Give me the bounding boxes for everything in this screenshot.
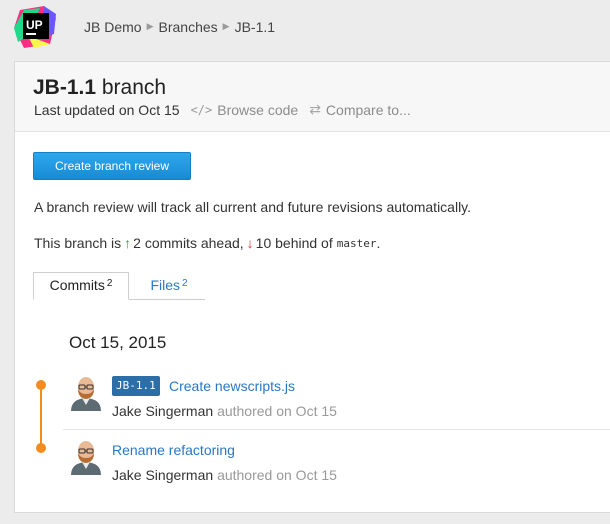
arrow-up-icon: ↑ <box>124 235 132 251</box>
ahead-behind-status: This branch is ↑ 2 commits ahead, ↓ 10 b… <box>34 235 380 251</box>
commit-author: Jake Singerman <box>112 467 214 483</box>
compare-arrows-icon: ⇄ <box>309 102 321 118</box>
breadcrumb-current: JB-1.1 <box>234 19 276 35</box>
commit-author: Jake Singerman <box>112 403 214 419</box>
chevron-right-icon: ▶ <box>146 20 154 31</box>
chevron-right-icon: ▶ <box>222 20 230 31</box>
commit-meta: Jake Singerman authored on Oct 15 <box>112 403 337 419</box>
branch-badge[interactable]: JB-1.1 <box>112 376 160 396</box>
timeline-dot <box>36 380 46 390</box>
ahead-prefix: This branch is <box>34 235 122 251</box>
commit-authored: authored on Oct 15 <box>217 467 337 483</box>
commit-meta: Jake Singerman authored on Oct 15 <box>112 467 337 483</box>
commit-authored: authored on Oct 15 <box>217 403 337 419</box>
timeline-dot <box>36 443 46 453</box>
code-icon: </> <box>190 103 213 117</box>
behind-count: 10 behind of <box>255 235 333 251</box>
browse-code-link[interactable]: </> Browse code <box>191 102 299 118</box>
branch-subline: Last updated on Oct 15 </> Browse code ⇄… <box>34 102 411 118</box>
breadcrumb-project[interactable]: JB Demo <box>84 19 142 35</box>
compare-to-link[interactable]: ⇄ Compare to... <box>309 102 411 118</box>
avatar[interactable] <box>69 375 103 411</box>
upsource-logo[interactable]: UP <box>14 6 58 48</box>
commits-date-heading: Oct 15, 2015 <box>69 333 167 352</box>
commit-link[interactable]: Rename refactoring <box>112 442 235 458</box>
avatar[interactable] <box>69 439 103 475</box>
tab-files[interactable]: Files 2 <box>139 272 199 300</box>
breadcrumb-branches[interactable]: Branches <box>159 19 218 35</box>
branch-word: branch <box>101 76 167 99</box>
browse-code-label: Browse code <box>217 102 299 118</box>
tab-commits[interactable]: Commits 2 <box>33 272 129 300</box>
create-branch-review-button[interactable]: Create branch review <box>33 152 191 180</box>
ahead-count: 2 commits ahead, <box>133 235 244 251</box>
page-title: JB-1.1 branch <box>33 76 166 100</box>
branch-panel: JB-1.1 branch Last updated on Oct 15 </>… <box>14 61 610 513</box>
review-info-text: A branch review will track all current a… <box>34 199 472 215</box>
last-updated: Last updated on Oct 15 <box>34 102 180 118</box>
timeline-line <box>40 384 42 448</box>
svg-text:UP: UP <box>26 18 43 32</box>
row-divider <box>63 429 610 430</box>
branch-header: JB-1.1 branch Last updated on Oct 15 </>… <box>15 62 610 132</box>
tab-commits-count: 2 <box>106 278 113 289</box>
compare-to-label: Compare to... <box>325 102 411 118</box>
base-branch: master <box>336 236 377 250</box>
arrow-down-icon: ↓ <box>246 235 254 251</box>
breadcrumb: JB Demo ▶ Branches ▶ JB-1.1 <box>84 19 275 35</box>
tab-commits-label: Commits <box>49 277 105 293</box>
tab-files-count: 2 <box>182 278 188 289</box>
tab-files-label: Files <box>150 277 180 293</box>
ahead-suffix: . <box>376 235 381 251</box>
branch-name: JB-1.1 <box>33 76 97 99</box>
top-bar: UP JB Demo ▶ Branches ▶ JB-1.1 <box>0 0 610 56</box>
commit-link[interactable]: Create newscripts.js <box>169 378 295 394</box>
